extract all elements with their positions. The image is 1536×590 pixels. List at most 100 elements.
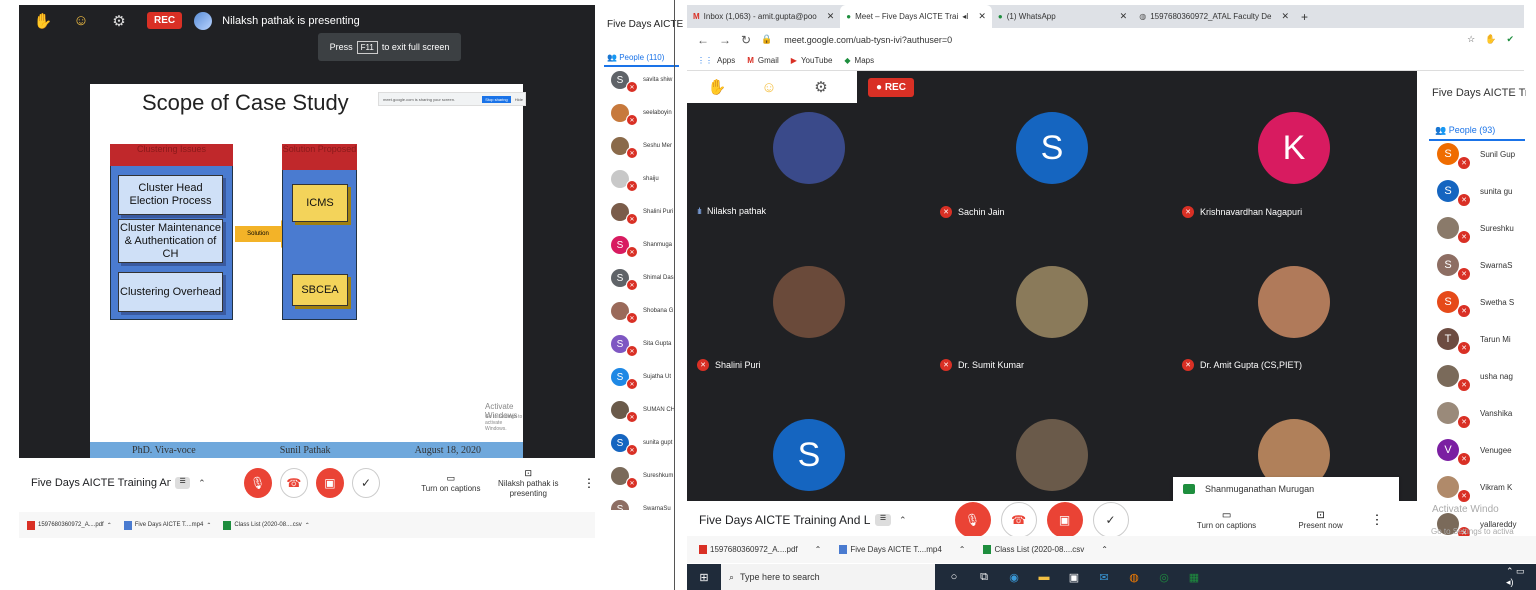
participant-row[interactable]: S ✕ Sujatha Ut <box>611 364 671 390</box>
participant-row[interactable]: S ✕ Sita Gupta <box>611 331 671 357</box>
stop-sharing-button[interactable]: Stop sharing <box>482 95 511 103</box>
participant-row[interactable]: T ✕ Tarun Mi <box>1437 324 1511 355</box>
participant-row[interactable]: S ✕ sunita gu <box>1437 176 1512 207</box>
cortana-icon[interactable]: ○ <box>943 567 965 587</box>
firefox-icon[interactable]: ◍ <box>1123 567 1145 587</box>
url-field[interactable]: meet.google.com/uab-tysn-ivi?authuser=0 <box>784 35 1467 45</box>
chevron-up-icon[interactable]: ⌃ <box>305 522 310 529</box>
meeting-name[interactable]: Five Days AICTE Training And L... <box>31 477 171 489</box>
settings-icon[interactable]: ⚙ <box>105 10 133 32</box>
camera-off-button[interactable]: ▣ <box>315 468 344 498</box>
close-icon[interactable]: ✕ <box>1281 11 1289 22</box>
hide-button[interactable]: Hide <box>513 97 525 102</box>
participant-row[interactable]: V ✕ Venugee <box>1437 435 1512 466</box>
participant-row[interactable]: ✕ Shalini Puri <box>611 199 673 225</box>
tile-name: ✕ Sachin Jain <box>940 206 1005 218</box>
chevron-up-icon[interactable]: ⌃ <box>899 515 907 526</box>
windows-start-icon[interactable]: ⊞ <box>693 567 715 587</box>
end-call-button[interactable]: ☎ <box>1000 502 1037 538</box>
edge-icon[interactable]: ◉ <box>1003 567 1025 587</box>
forward-icon[interactable]: → <box>719 33 731 47</box>
participant-row[interactable]: S ✕ Sunil Gup <box>1437 139 1515 170</box>
chevron-up-icon[interactable]: ⌃ <box>107 522 112 529</box>
close-icon[interactable]: ✕ <box>827 11 835 22</box>
participant-row[interactable]: S ✕ sunita gupt <box>611 430 672 456</box>
participant-row[interactable]: S ✕ savita shiw <box>611 67 672 93</box>
tile-name-label: Nilaksh pathak <box>707 206 767 216</box>
participant-row[interactable]: S ✕ Shanmuga <box>611 232 672 258</box>
chevron-up-icon[interactable]: ⌃ <box>959 545 966 554</box>
bookmark-apps[interactable]: ⋮⋮ Apps <box>697 56 735 65</box>
mic-off-button[interactable]: 🎙 <box>243 468 272 498</box>
chrome-icon[interactable]: ◎ <box>1153 567 1175 587</box>
file-explorer-icon[interactable]: ▬ <box>1033 567 1055 587</box>
participant-row[interactable]: ✕ SUMAN CH <box>611 397 675 423</box>
avatar-icon[interactable]: ☺ <box>67 10 95 32</box>
excel-icon[interactable]: ▦ <box>1183 567 1205 587</box>
participant-row[interactable]: S✕ SwarnaSu <box>611 496 671 510</box>
chat-popup[interactable]: Shanmuganathan Murugan <box>1173 477 1399 501</box>
present-button[interactable]: ⊡ Present now <box>1281 510 1361 531</box>
participant-row[interactable]: ✕ Vanshika <box>1437 398 1512 429</box>
present-button[interactable]: ⊡ Nilaksh pathak is presenting <box>496 468 561 499</box>
mic-off-button[interactable]: 🎙 <box>954 502 991 538</box>
participant-row[interactable]: ✕ shaiju <box>611 166 659 192</box>
taskbar-search[interactable]: ⌕ Type here to search <box>721 564 935 590</box>
star-icon[interactable]: ☆ <box>1467 34 1475 45</box>
raise-hand-icon[interactable]: ✋ <box>29 10 57 32</box>
chevron-up-icon[interactable]: ⌃ <box>206 522 211 529</box>
download-item[interactable]: Five Days AICTE T....mp4 ⌃ <box>839 545 965 554</box>
download-item[interactable]: Class List (2020-08....csv ⌃ <box>983 545 1108 554</box>
participant-row[interactable]: ✕ usha nag <box>1437 361 1513 392</box>
bookmark-maps[interactable]: ◆ Maps <box>844 56 874 65</box>
participant-row[interactable]: ✕ Shobana G <box>611 298 673 324</box>
participant-row[interactable]: ✕ seelaboyin <box>611 100 672 126</box>
tab-whatsapp[interactable]: ● (1) WhatsApp ✕ <box>992 5 1133 28</box>
download-name: Class List (2020-08....csv <box>234 522 302 528</box>
raise-hand-icon[interactable]: ✋ <box>703 76 731 98</box>
download-item[interactable]: 1597680360972_A....pdf ⌃ <box>699 545 821 554</box>
mail-icon[interactable]: ✉ <box>1093 567 1115 587</box>
more-options-icon[interactable]: ⋮ <box>583 476 595 490</box>
check-icon[interactable]: ✓ <box>1092 502 1129 538</box>
bookmark-youtube[interactable]: ▶ YouTube <box>791 56 833 65</box>
close-icon[interactable]: ✕ <box>1120 11 1128 22</box>
download-item[interactable]: Five Days AICTE T....mp4 ⌃ <box>123 520 211 530</box>
tab-meet[interactable]: ● Meet – Five Days AICTE Trai ◂ǀ ✕ <box>840 5 992 28</box>
participant-row[interactable]: S ✕ Swetha S <box>1437 287 1514 318</box>
chevron-up-icon[interactable]: ⌃ <box>1101 545 1108 554</box>
tab-gmail[interactable]: M Inbox (1,063) - amit.gupta@poo ✕ <box>687 5 840 28</box>
chevron-up-icon[interactable]: ⌃ <box>815 545 822 554</box>
tab-atal[interactable]: ◍ 1597680360972_ATAL Faculty De ✕ <box>1133 5 1295 28</box>
reload-icon[interactable]: ↻ <box>741 33 751 47</box>
new-tab-button[interactable]: + <box>1295 5 1314 28</box>
check-extension-icon[interactable]: ✔ <box>1506 34 1514 45</box>
meeting-name[interactable]: Five Days AICTE Training And L... <box>699 513 871 527</box>
people-tab[interactable]: 👥 People (110) <box>607 53 664 62</box>
extension-hand-icon[interactable]: ✋ <box>1485 34 1496 45</box>
camera-off-button[interactable]: ▣ <box>1046 502 1083 538</box>
participant-row[interactable]: S ✕ Shimal Das <box>611 265 674 291</box>
chevron-up-icon[interactable]: ⌃ <box>198 478 206 489</box>
people-tab[interactable]: 👥 People (93) <box>1435 125 1495 136</box>
participant-row[interactable]: ✕ Sureshkum <box>611 463 673 489</box>
close-icon[interactable]: ✕ <box>978 11 986 22</box>
participant-row[interactable]: ✕ Seshu Mer <box>611 133 672 159</box>
settings-icon[interactable]: ⚙ <box>807 76 835 98</box>
back-icon[interactable]: ← <box>697 33 709 47</box>
participant-row[interactable]: ✕ Sureshku <box>1437 213 1514 244</box>
check-icon[interactable]: ✓ <box>351 468 381 498</box>
participant-row[interactable]: S ✕ SwarnaS <box>1437 250 1512 281</box>
store-icon[interactable]: ▣ <box>1063 567 1085 587</box>
avatar-icon[interactable]: ☺ <box>755 76 783 98</box>
download-item[interactable]: Class List (2020-08....csv ⌃ <box>223 520 310 530</box>
system-tray-icons[interactable]: ⌃ ▭ ◂) <box>1506 566 1528 587</box>
download-item[interactable]: 1597680360972_A....pdf ⌃ <box>27 520 112 530</box>
captions-button[interactable]: ▭ Turn on captions <box>1187 510 1267 531</box>
task-view-icon[interactable]: ⧉ <box>973 567 995 587</box>
captions-button[interactable]: ▭ Turn on captions <box>418 473 483 494</box>
end-call-button[interactable]: ☎ <box>279 468 308 498</box>
participant-row[interactable]: ✕ Vikram K <box>1437 472 1512 503</box>
more-options-icon[interactable]: ⋮ <box>1371 512 1384 528</box>
bookmark-gmail[interactable]: M Gmail <box>747 56 779 65</box>
